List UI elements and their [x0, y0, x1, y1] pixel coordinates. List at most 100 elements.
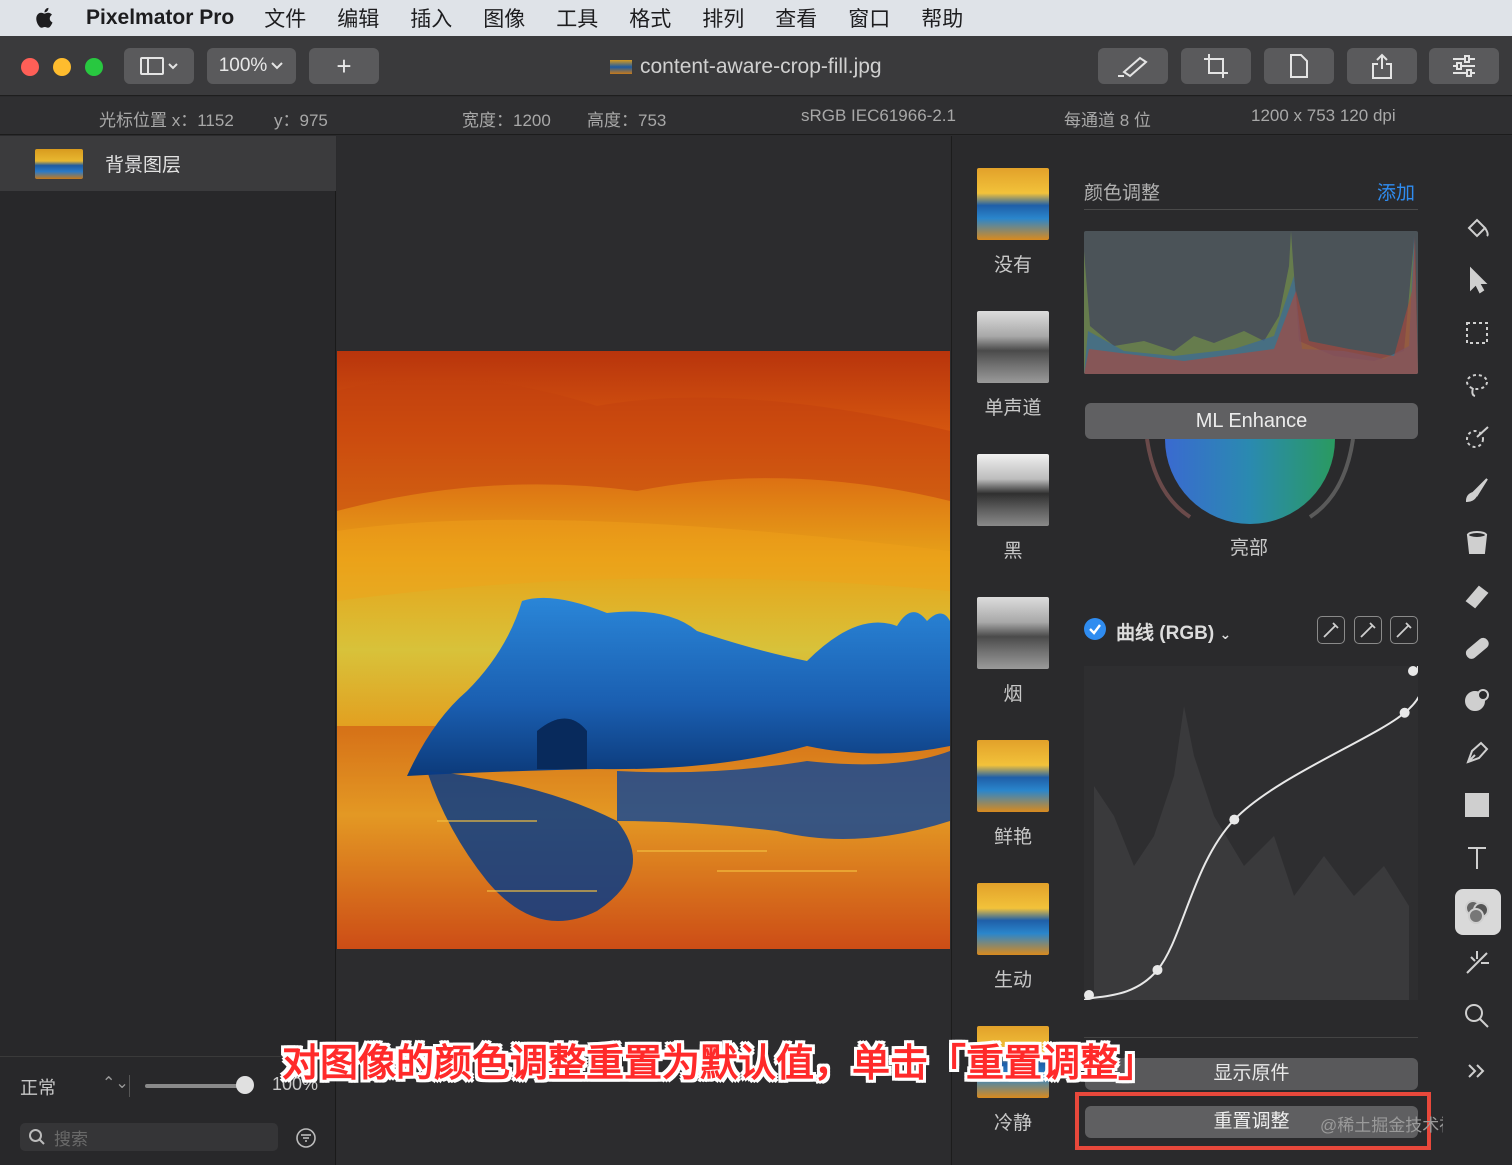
distort-tool[interactable] [1463, 686, 1491, 714]
white-point-eyedropper-button[interactable] [1390, 616, 1418, 644]
shape-tool[interactable] [1463, 791, 1491, 819]
menu-tools[interactable]: 工具 [556, 3, 598, 33]
curves-title: 曲线 (RGB) [1116, 623, 1215, 644]
menu-image[interactable]: 图像 [483, 3, 525, 33]
ml-enhance-button[interactable]: ML Enhance [1085, 403, 1418, 439]
chevron-down-icon [271, 62, 284, 70]
magic-select-icon [1466, 426, 1489, 448]
height-readout: 高度：753 [587, 111, 667, 130]
apple-menu-icon[interactable] [32, 5, 58, 31]
app-name-menu[interactable]: Pixelmator Pro [86, 6, 234, 30]
eraser-icon [1465, 585, 1489, 609]
black-point-eyedropper-button[interactable] [1317, 616, 1345, 644]
menu-edit[interactable]: 编辑 [337, 3, 379, 33]
curve-control-point[interactable] [1084, 990, 1094, 1000]
preset-item[interactable]: 生动 [977, 883, 1049, 992]
fill-tool[interactable] [1463, 529, 1491, 557]
brush-tool-button[interactable] [1098, 48, 1168, 84]
erase-tool[interactable] [1463, 581, 1491, 609]
add-adjustment-button[interactable]: 添加 [1377, 178, 1415, 205]
quick-selection-tool[interactable] [1463, 424, 1491, 452]
style-tool[interactable] [1463, 214, 1491, 242]
preset-item[interactable]: 单声道 [977, 311, 1049, 420]
close-window-button[interactable] [21, 58, 39, 76]
document-icon [1290, 54, 1308, 78]
add-button[interactable]: + [309, 48, 379, 84]
preset-label: 生动 [993, 970, 1032, 991]
preset-item[interactable]: 鲜艳 [977, 740, 1049, 849]
curves-graph[interactable] [1083, 665, 1424, 1001]
gray-point-eyedropper-button[interactable] [1354, 616, 1382, 644]
pen-nib-icon [1466, 741, 1489, 764]
blend-mode-select[interactable]: 正常 [20, 1074, 56, 1100]
pen-tool[interactable] [1463, 739, 1491, 767]
share-button[interactable] [1347, 48, 1417, 84]
format-button[interactable] [1264, 48, 1334, 84]
preset-item[interactable]: 没有 [977, 168, 1049, 277]
eyedropper-icon [1396, 622, 1412, 638]
menu-insert[interactable]: 插入 [410, 3, 452, 33]
menu-bar: Pixelmator Pro 文件 编辑 插入 图像 工具 格式 排列 查看 窗… [0, 0, 1512, 36]
lasso-tool[interactable] [1463, 371, 1491, 399]
opacity-slider[interactable] [145, 1084, 245, 1088]
effects-tool[interactable] [1463, 949, 1491, 977]
cursor-x-readout: 光标位置 x：1152 [99, 111, 234, 130]
highlights-label: 亮部 [1230, 538, 1269, 559]
preset-item[interactable]: 黑 [977, 454, 1049, 563]
arrange-tool[interactable] [1463, 266, 1491, 294]
menu-help[interactable]: 帮助 [921, 3, 963, 33]
color-adjust-tool[interactable] [1463, 898, 1491, 926]
sidebar-toggle-button[interactable] [124, 48, 194, 84]
lasso-icon [1466, 374, 1488, 397]
crop-button[interactable] [1181, 48, 1251, 84]
info-bar: 光标位置 x：1152 y：975 宽度：1200 高度：753 sRGB IE… [0, 97, 1512, 135]
bandage-icon [1465, 637, 1489, 659]
menu-file[interactable]: 文件 [264, 3, 306, 33]
search-icon [29, 1129, 45, 1145]
curves-enabled-checkbox[interactable] [1084, 618, 1106, 640]
zoom-window-button[interactable] [85, 58, 103, 76]
document-title-text: content-aware-crop-fill.jpg [640, 55, 882, 78]
brush-icon [1118, 56, 1148, 78]
curve-control-point[interactable] [1399, 707, 1410, 718]
menu-window[interactable]: 窗口 [848, 3, 890, 33]
highlights-color-wheel[interactable] [1135, 439, 1365, 529]
curve-control-point[interactable] [1152, 964, 1163, 975]
adjustments-title: 颜色调整 [1084, 183, 1161, 204]
preset-item[interactable]: 烟 [977, 597, 1049, 706]
image-canvas[interactable] [337, 351, 950, 949]
search-placeholder: 搜索 [54, 1129, 88, 1149]
sidebar-icon [140, 57, 178, 75]
bit-depth-readout: 每通道 8 位 [1064, 111, 1151, 130]
curves-channel-dropdown[interactable]: 曲线 (RGB) ⌄ [1116, 618, 1231, 645]
layer-search-field[interactable]: 搜索 [20, 1123, 278, 1151]
more-tools-button[interactable] [1463, 1057, 1491, 1085]
tools-sidebar [1443, 136, 1512, 1165]
preset-thumbnail [977, 883, 1049, 955]
preset-thumbnail [977, 168, 1049, 240]
rectangle-icon [1465, 793, 1489, 817]
menu-arrange[interactable]: 排列 [702, 3, 744, 33]
adjustments-panel-button[interactable] [1429, 48, 1499, 84]
curves-header: 曲线 (RGB) ⌄ [1084, 616, 1418, 644]
type-tool[interactable] [1463, 844, 1491, 872]
zoom-tool[interactable] [1463, 1002, 1491, 1030]
blend-mode-stepper-icon[interactable]: ⌃⌄ [102, 1073, 129, 1093]
preset-label: 没有 [993, 255, 1032, 276]
curve-control-point[interactable] [1229, 814, 1240, 825]
selection-tool[interactable] [1463, 319, 1491, 347]
opacity-slider-knob[interactable] [236, 1076, 254, 1094]
menu-format[interactable]: 格式 [629, 3, 671, 33]
color-circles-icon [1465, 900, 1489, 924]
curve-control-point[interactable] [1408, 666, 1418, 676]
filter-icon[interactable] [296, 1128, 316, 1148]
retouch-tool[interactable] [1463, 634, 1491, 662]
eyedropper-icon [1323, 622, 1339, 638]
paint-tool[interactable] [1463, 476, 1491, 504]
zoom-dropdown[interactable]: 100% [207, 48, 296, 84]
preset-label: 单声道 [984, 398, 1042, 419]
menu-view[interactable]: 查看 [775, 3, 817, 33]
preset-thumbnail [977, 740, 1049, 812]
layer-row[interactable]: 背景图层 [0, 136, 336, 191]
minimize-window-button[interactable] [53, 58, 71, 76]
